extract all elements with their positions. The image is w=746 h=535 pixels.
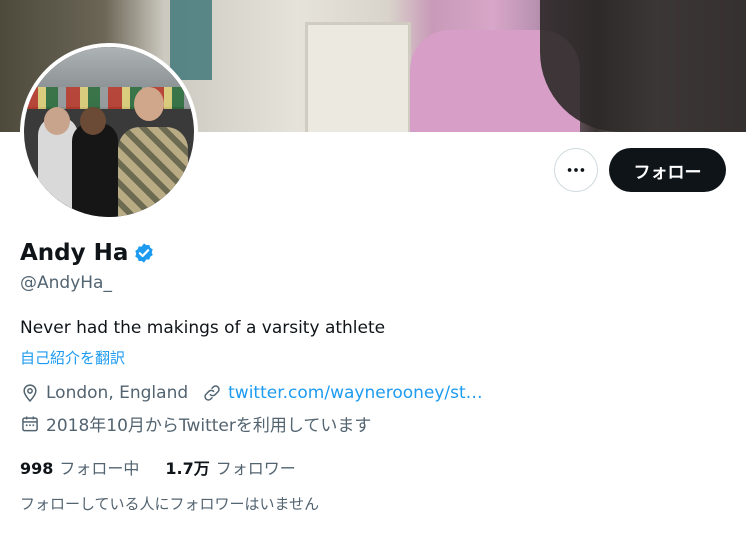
avatar-art (72, 123, 118, 217)
banner-art (540, 0, 746, 132)
avatar-art (118, 127, 188, 217)
verified-badge-icon[interactable] (133, 242, 155, 264)
profile-name: Andy Ha (20, 240, 129, 266)
followers-count: 1.7万 (165, 459, 210, 478)
follow-stats: 998 フォロー中 1.7万 フォロワー (20, 455, 322, 479)
followers-stat[interactable]: 1.7万 フォロワー (165, 455, 295, 479)
avatar-art (134, 87, 164, 121)
avatar-art (80, 107, 106, 135)
profile-name-row: Andy Ha (20, 240, 155, 266)
following-count: 998 (20, 459, 54, 478)
profile-meta-row: London, England twitter.com/waynerooney/… (20, 383, 497, 403)
following-stat[interactable]: 998 フォロー中 (20, 455, 139, 479)
website-item[interactable]: twitter.com/waynerooney/st… (202, 383, 483, 403)
joined-row: 2018年10月からTwitterを利用しています (20, 411, 385, 436)
joined-item: 2018年10月からTwitterを利用しています (20, 411, 371, 436)
follow-button[interactable]: フォロー (609, 148, 726, 192)
more-options-button[interactable] (554, 148, 598, 192)
profile-avatar[interactable] (20, 43, 198, 221)
link-icon (204, 385, 220, 401)
followers-you-know: フォローしている人にフォロワーはいません (20, 495, 320, 513)
profile-handle: @AndyHa_ (20, 273, 112, 293)
location-item: London, England (20, 383, 188, 403)
profile-bio: Never had the makings of a varsity athle… (20, 318, 386, 338)
followers-label: フォロワー (215, 459, 296, 478)
more-horizontal-icon (567, 168, 585, 172)
avatar-art (44, 107, 70, 135)
calendar-icon (22, 416, 38, 431)
location-pin-icon (23, 384, 37, 402)
avatar-art (24, 87, 194, 109)
following-label: フォロー中 (59, 459, 140, 478)
joined-text: 2018年10月からTwitterを利用しています (46, 416, 372, 436)
website-link[interactable]: twitter.com/waynerooney/st… (228, 383, 483, 403)
translate-bio-link[interactable]: 自己紹介を翻訳 (20, 347, 125, 368)
banner-art (305, 22, 411, 132)
location-text: London, England (46, 383, 189, 403)
